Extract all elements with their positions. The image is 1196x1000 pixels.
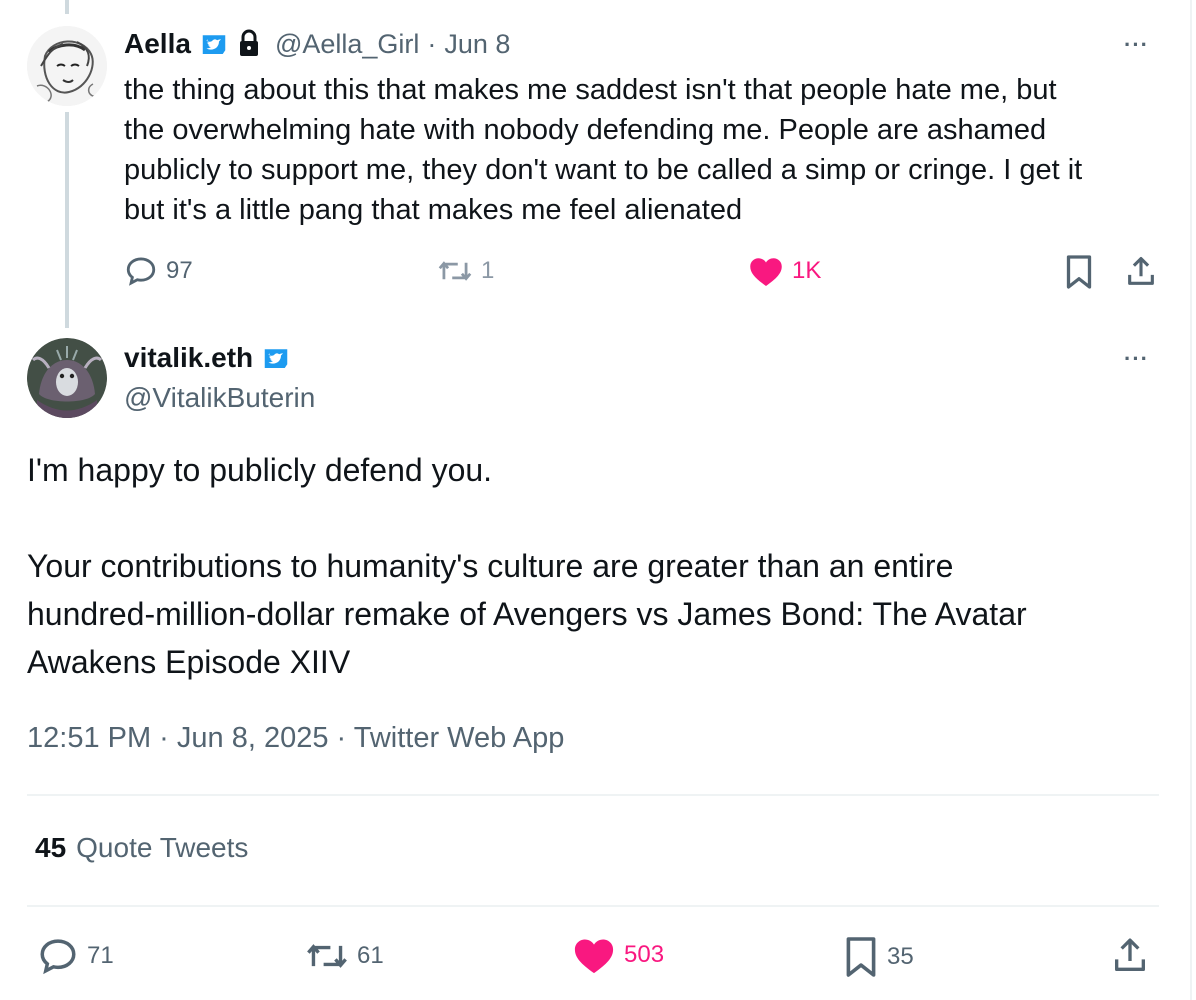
retweet-button[interactable]: 61: [305, 935, 384, 977]
text-line: hundred-million-dollar remake of Avenger…: [27, 596, 1027, 632]
aella-avatar[interactable]: [27, 26, 107, 106]
verified-badge-icon: [261, 343, 291, 373]
text-line: the thing about this that makes me sadde…: [124, 74, 1057, 106]
text-line: Awakens Episode XIIV: [27, 644, 351, 680]
text-line: Your contributions to humanity's culture…: [27, 548, 954, 584]
reply-icon: [124, 254, 158, 288]
share-icon: [1110, 935, 1150, 977]
retweet-count: 61: [357, 942, 384, 969]
bookmark-count: 35: [887, 943, 914, 970]
thread-line: [65, 112, 69, 328]
main-tweet-text: I'm happy to publicly defend you. Your c…: [27, 446, 1167, 686]
divider: [27, 905, 1159, 907]
vitalik-name[interactable]: vitalik.eth: [124, 342, 253, 374]
share-button[interactable]: [1124, 254, 1158, 290]
reply-button[interactable]: 71: [37, 935, 114, 977]
aella-date[interactable]: Jun 8: [444, 29, 510, 60]
divider: [27, 794, 1159, 796]
retweet-icon: [437, 254, 473, 288]
more-icon[interactable]: ···: [1124, 346, 1149, 372]
heart-icon: [572, 935, 616, 975]
bookmark-icon: [843, 935, 879, 979]
share-icon: [1124, 254, 1158, 290]
bookmark-button[interactable]: 35: [843, 935, 914, 979]
verified-badge-icon: [199, 29, 229, 59]
more-icon[interactable]: ···: [1124, 32, 1149, 58]
reply-icon: [37, 935, 79, 977]
thread-line-top: [65, 0, 69, 14]
header-separator: ·: [427, 28, 437, 59]
quote-tweets-link[interactable]: 45 Quote Tweets: [35, 832, 248, 864]
bookmark-button[interactable]: [1064, 254, 1094, 290]
like-count: 503: [624, 941, 665, 968]
quote-label: Quote Tweets: [76, 832, 249, 863]
like-button[interactable]: 1K: [748, 254, 821, 288]
retweet-count: 1: [481, 257, 495, 284]
retweet-icon: [305, 935, 349, 977]
tweet-timestamp[interactable]: 12:51 PM · Jun 8, 2025 · Twitter Web App: [27, 722, 564, 755]
share-button[interactable]: [1110, 935, 1150, 977]
bookmark-icon: [1064, 254, 1094, 290]
quote-count: 45: [35, 832, 67, 863]
vitalik-header: vitalik.eth: [124, 340, 291, 376]
vitalik-avatar[interactable]: [27, 338, 107, 418]
aella-name[interactable]: Aella: [124, 28, 191, 60]
aella-handle[interactable]: @Aella_Girl: [275, 29, 419, 60]
retweet-button[interactable]: 1: [437, 254, 494, 288]
like-button[interactable]: 503: [572, 935, 664, 975]
reply-count: 71: [87, 942, 114, 969]
text-line: publicly to support me, they don't want …: [124, 154, 1083, 186]
aella-tweet-text: the thing about this that makes me sadde…: [124, 70, 1174, 230]
reply-count: 97: [166, 257, 193, 284]
vitalik-handle[interactable]: @VitalikButerin: [124, 382, 315, 414]
lock-icon: [237, 29, 261, 59]
reply-button[interactable]: 97: [124, 254, 193, 288]
heart-icon: [748, 254, 784, 288]
scroll-edge: [1190, 0, 1192, 1000]
aella-header: Aella @Aella_Girl · Jun 8: [124, 26, 510, 62]
paragraph-1: I'm happy to publicly defend you.: [27, 452, 493, 488]
text-line: but it's a little pang that makes me fee…: [124, 194, 743, 226]
like-count: 1K: [792, 257, 822, 284]
text-line: the overwhelming hate with nobody defend…: [124, 114, 1047, 146]
